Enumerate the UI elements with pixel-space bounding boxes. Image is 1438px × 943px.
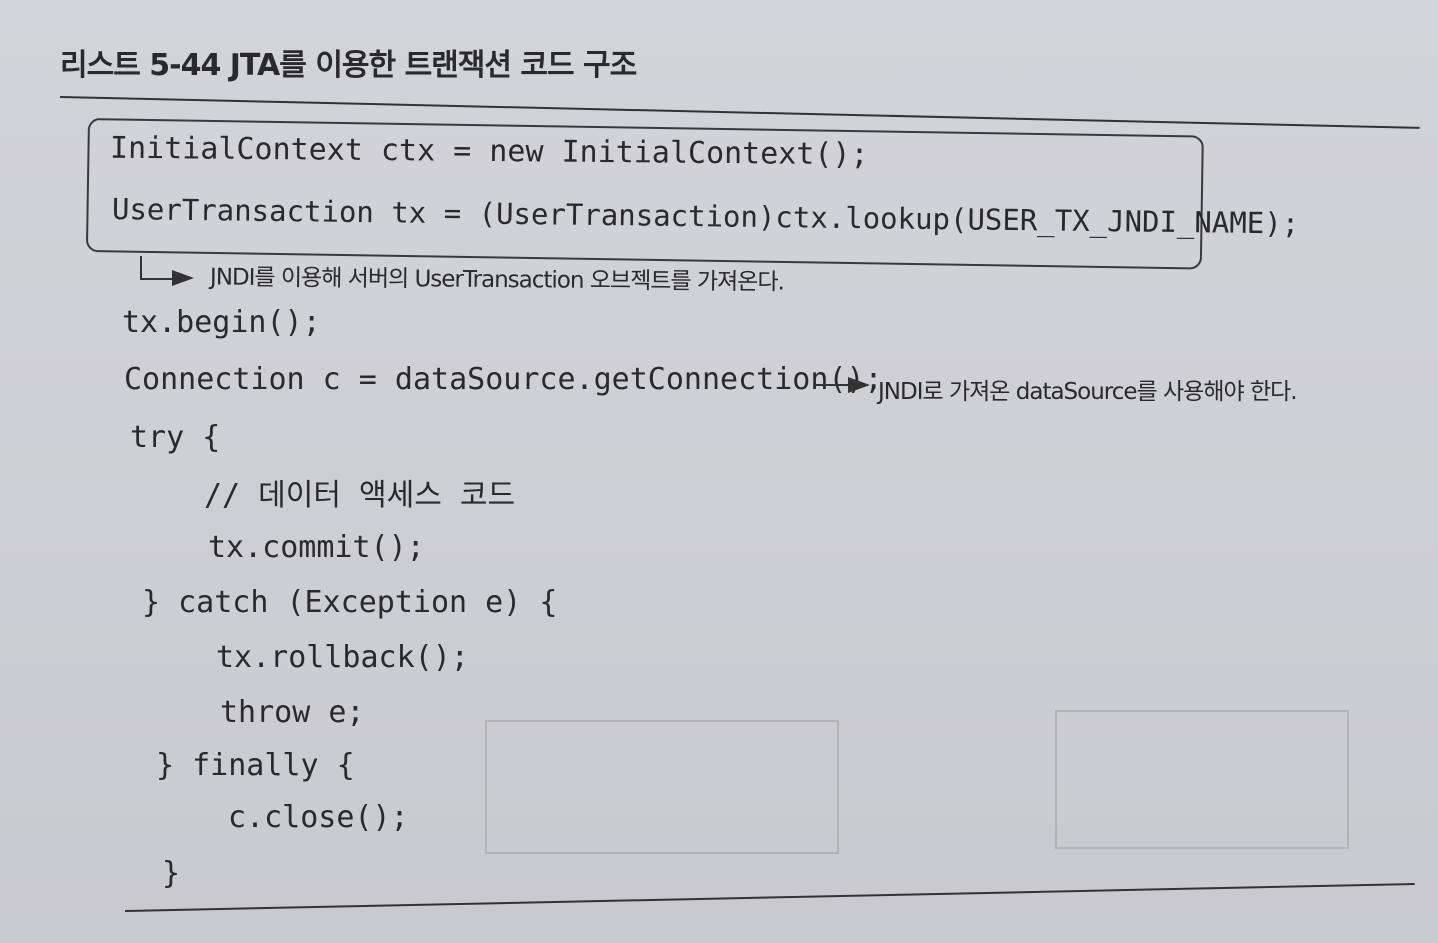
jndi-lookup-note: JNDI를 이용해 서버의 UserTransaction 오브젝트를 가져온다… <box>209 264 784 296</box>
jndi-note-arrow <box>140 256 172 280</box>
code-line-throw: throw e; <box>220 695 365 730</box>
code-line-try: try { <box>130 420 221 455</box>
listing-bottom-divider <box>124 882 1415 912</box>
bleed-through-diagram-box <box>485 720 839 854</box>
datasource-note-arrowhead <box>848 377 870 393</box>
code-line-connection: Connection c = dataSource.getConnection(… <box>124 362 883 397</box>
code-line-rollback: tx.rollback(); <box>216 640 469 675</box>
listing-title: 리스트 5-44 JTA를 이용한 트랜잭션 코드 구조 <box>60 48 637 83</box>
code-line-comment: // 데이터 액세스 코드 <box>204 478 516 513</box>
book-page: 리스트 5-44 JTA를 이용한 트랜잭션 코드 구조 InitialCont… <box>0 0 1438 943</box>
code-line-close: c.close(); <box>228 800 409 835</box>
code-line-finally: } finally { <box>156 748 355 783</box>
code-line-catch: } catch (Exception e) { <box>142 585 558 620</box>
code-line-initial-context: InitialContext ctx = new InitialContext(… <box>109 130 869 173</box>
bleed-through-diagram-box <box>1055 710 1349 849</box>
code-line-commit: tx.commit(); <box>208 530 425 565</box>
jndi-note-arrowhead <box>172 270 194 286</box>
datasource-note: JNDI로 가져온 dataSource를 사용해야 한다. <box>878 379 1298 405</box>
code-line-begin: tx.begin(); <box>122 305 321 340</box>
code-line-end: } <box>162 856 181 891</box>
